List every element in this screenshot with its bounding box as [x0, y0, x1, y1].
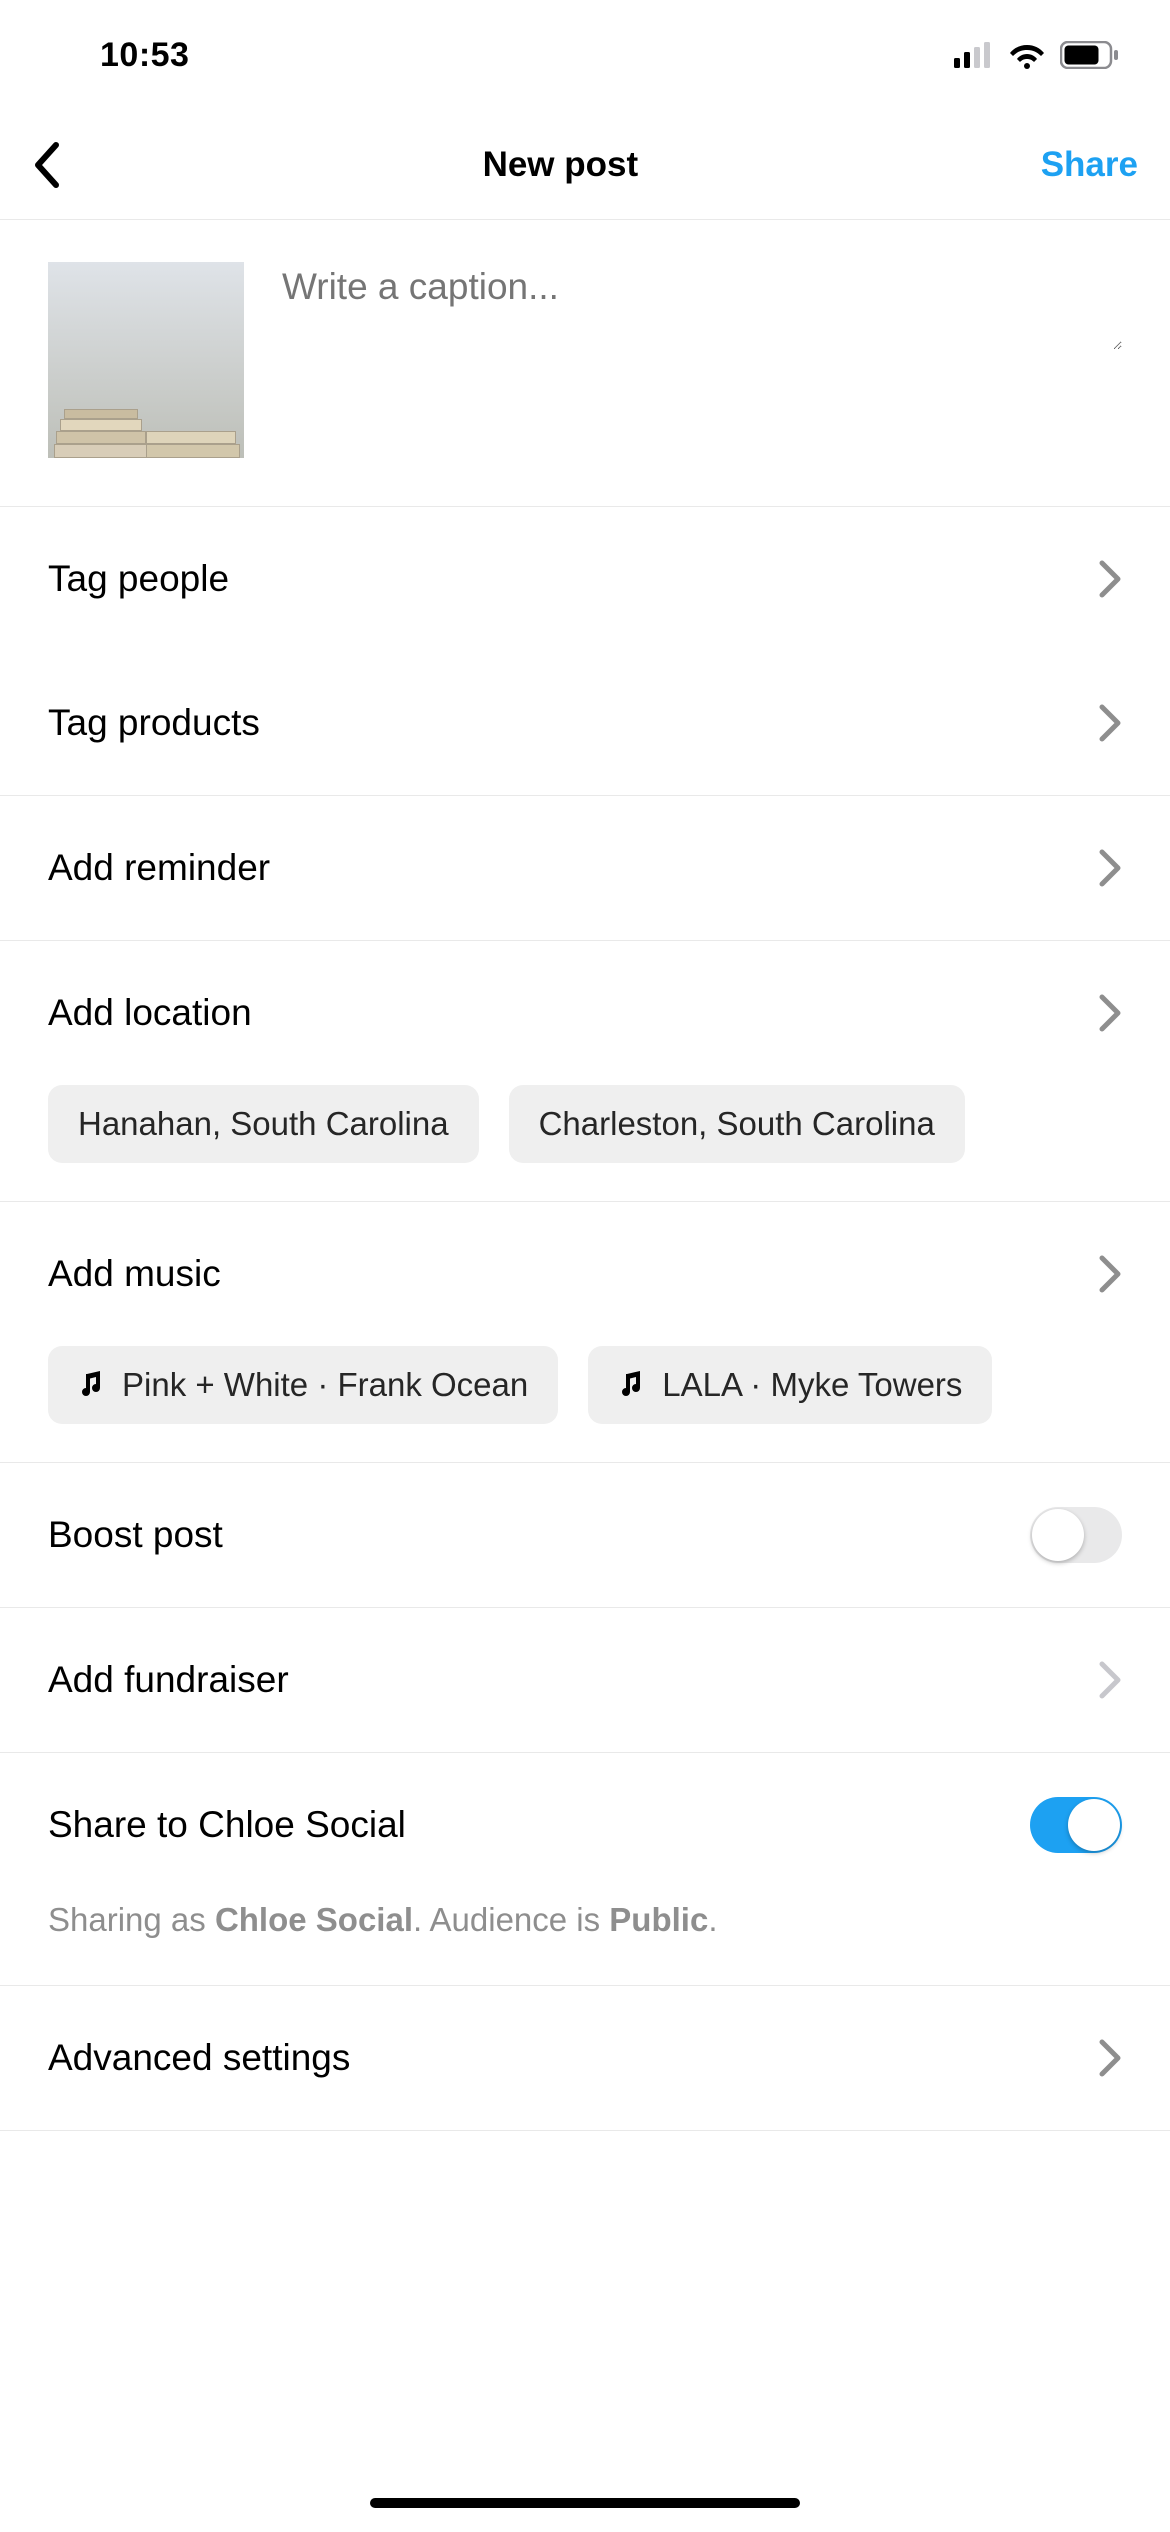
share-button[interactable]: Share [1041, 145, 1138, 185]
add-location-label: Add location [48, 992, 252, 1034]
share-to-row: Share to Chloe Social [0, 1753, 1170, 1897]
tag-products-row[interactable]: Tag products [0, 651, 1170, 795]
caption-area [0, 220, 1170, 506]
music-chip[interactable]: Pink + White · Frank Ocean [48, 1346, 558, 1424]
music-suggestions: Pink + White · Frank Ocean LALA · Myke T… [0, 1346, 1170, 1462]
chevron-right-icon [1098, 1660, 1122, 1700]
boost-post-toggle[interactable] [1030, 1507, 1122, 1563]
chevron-left-icon [32, 141, 62, 189]
status-icons [954, 41, 1120, 69]
boost-group: Boost post [0, 1463, 1170, 1608]
chevron-right-icon [1098, 703, 1122, 743]
advanced-settings-row[interactable]: Advanced settings [0, 1986, 1170, 2130]
chevron-right-icon [1098, 848, 1122, 888]
tag-people-label: Tag people [48, 558, 229, 600]
caption-input[interactable] [282, 262, 1122, 350]
chevron-right-icon [1098, 559, 1122, 599]
status-bar: 10:53 [0, 0, 1170, 110]
add-location-row[interactable]: Add location [0, 941, 1170, 1085]
add-fundraiser-row[interactable]: Add fundraiser [0, 1608, 1170, 1752]
music-chip-label: Pink + White · Frank Ocean [122, 1366, 528, 1404]
music-group: Add music Pink + White · Frank Ocean LAL… [0, 1202, 1170, 1463]
share-to-toggle[interactable] [1030, 1797, 1122, 1853]
music-note-icon [618, 1371, 644, 1399]
fundraiser-group: Add fundraiser [0, 1608, 1170, 1753]
tags-group: Tag people Tag products [0, 506, 1170, 796]
back-button[interactable] [32, 141, 80, 189]
advanced-group: Advanced settings [0, 1986, 1170, 2131]
tag-people-row[interactable]: Tag people [0, 507, 1170, 651]
location-group: Add location Hanahan, South Carolina Cha… [0, 941, 1170, 1202]
music-note-icon [78, 1371, 104, 1399]
boost-post-row: Boost post [0, 1463, 1170, 1607]
music-chip-label: LALA · Myke Towers [662, 1366, 962, 1404]
chevron-right-icon [1098, 2038, 1122, 2078]
navbar: New post Share [0, 110, 1170, 220]
boost-post-label: Boost post [48, 1514, 223, 1556]
status-time: 10:53 [100, 36, 189, 75]
tag-products-label: Tag products [48, 702, 260, 744]
cellular-icon [954, 42, 994, 68]
chevron-right-icon [1098, 993, 1122, 1033]
page-title: New post [483, 145, 639, 185]
location-chip[interactable]: Charleston, South Carolina [509, 1085, 965, 1163]
location-chip[interactable]: Hanahan, South Carolina [48, 1085, 479, 1163]
home-indicator [370, 2498, 800, 2508]
add-music-label: Add music [48, 1253, 221, 1295]
share-subtext: Sharing as Chloe Social. Audience is Pub… [0, 1897, 1170, 1985]
share-to-group: Share to Chloe Social Sharing as Chloe S… [0, 1753, 1170, 1986]
location-suggestions: Hanahan, South Carolina Charleston, Sout… [0, 1085, 1170, 1201]
add-reminder-label: Add reminder [48, 847, 270, 889]
add-fundraiser-label: Add fundraiser [48, 1659, 289, 1701]
post-thumbnail[interactable] [48, 262, 244, 458]
share-to-label: Share to Chloe Social [48, 1804, 406, 1846]
advanced-settings-label: Advanced settings [48, 2037, 350, 2079]
wifi-icon [1008, 41, 1046, 69]
add-reminder-row[interactable]: Add reminder [0, 796, 1170, 940]
battery-icon [1060, 41, 1120, 69]
reminder-group: Add reminder [0, 796, 1170, 941]
add-music-row[interactable]: Add music [0, 1202, 1170, 1346]
chevron-right-icon [1098, 1254, 1122, 1294]
music-chip[interactable]: LALA · Myke Towers [588, 1346, 992, 1424]
